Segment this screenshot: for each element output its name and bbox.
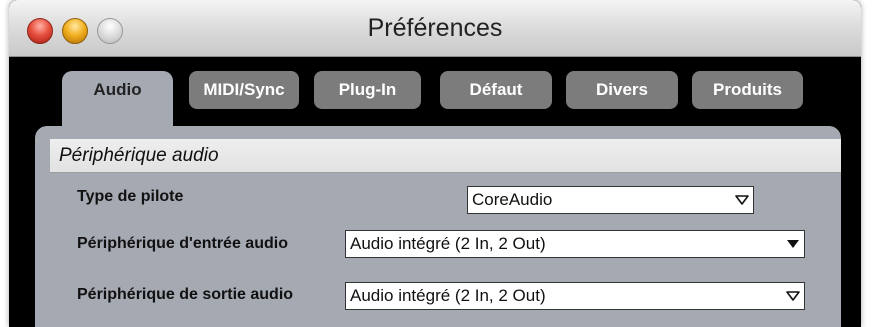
section-header: Périphérique audio: [50, 139, 841, 173]
tab-produits[interactable]: Produits: [692, 71, 803, 109]
input-device-label: Périphérique d'entrée audio: [77, 235, 288, 252]
audio-settings-panel: Périphérique audio Type de pilote CoreAu…: [35, 126, 841, 327]
input-device-value: Audio intégré (2 In, 2 Out): [350, 234, 546, 253]
output-device-select[interactable]: Audio intégré (2 In, 2 Out): [345, 282, 805, 310]
tab-divers[interactable]: Divers: [566, 71, 678, 109]
driver-type-select[interactable]: CoreAudio: [467, 186, 754, 214]
preferences-window: Préférences Audio MIDI/Sync Plug-In Défa…: [9, 0, 861, 327]
tab-plug-in[interactable]: Plug-In: [314, 71, 421, 109]
dropdown-arrow-icon: [782, 231, 804, 257]
window-title: Préférences: [367, 14, 503, 42]
dropdown-arrow-icon: [731, 187, 753, 213]
title-bar[interactable]: Préférences: [9, 0, 861, 57]
dropdown-arrow-icon: [782, 283, 804, 309]
tab-midi-sync[interactable]: MIDI/Sync: [189, 71, 299, 109]
output-device-label: Périphérique de sortie audio: [77, 286, 294, 303]
driver-type-label: Type de pilote: [77, 188, 184, 205]
driver-type-value: CoreAudio: [472, 190, 553, 209]
input-device-select[interactable]: Audio intégré (2 In, 2 Out): [345, 230, 805, 258]
tab-defaut[interactable]: Défaut: [440, 71, 552, 109]
output-device-value: Audio intégré (2 In, 2 Out): [350, 286, 546, 305]
